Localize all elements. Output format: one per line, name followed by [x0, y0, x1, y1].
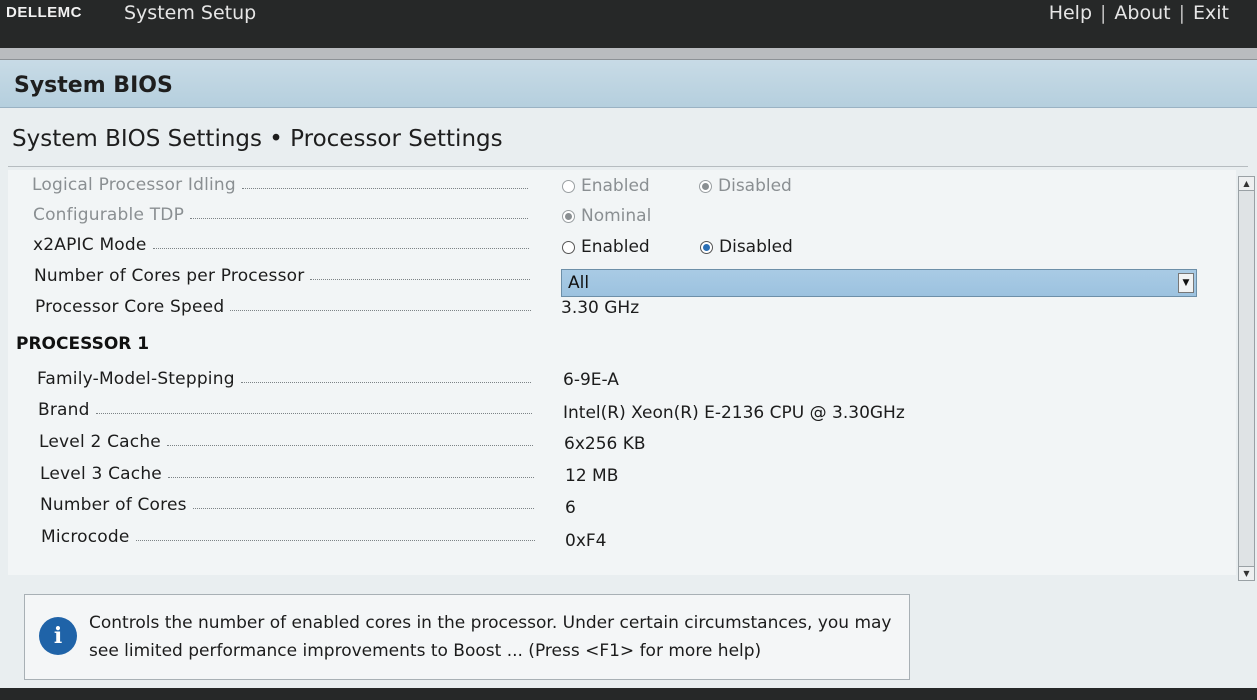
help-text: Controls the number of enabled cores in … [89, 613, 892, 661]
info-row: Level 3 Cache [40, 461, 540, 487]
radio-circle-selected [700, 240, 713, 254]
processor-core-speed-value: 3.30 GHz [561, 298, 640, 318]
radio-label: Enabled [581, 176, 650, 196]
setting-cores-per-processor: Number of Cores per Processor [34, 263, 536, 289]
select-value: All [568, 273, 590, 293]
chevron-down-icon[interactable]: ▼ [1178, 273, 1194, 293]
setting-label: Logical Processor Idling [32, 175, 236, 195]
info-value: 6 [565, 498, 576, 518]
dotted-leader [241, 187, 528, 189]
radio-circle [562, 240, 575, 254]
setting-processor-core-speed: Processor Core Speed [35, 294, 537, 320]
about-link[interactable]: About [1114, 2, 1170, 24]
radio-label: Disabled [718, 176, 792, 196]
radio-x2apic-enabled[interactable]: Enabled [562, 237, 650, 257]
help-box: i Controls the number of enabled cores i… [24, 594, 910, 680]
info-value: 0xF4 [565, 531, 607, 551]
setting-x2apic-mode: x2APIC Mode [33, 232, 535, 258]
link-separator: | [1100, 2, 1107, 24]
radio-circle [562, 179, 575, 193]
dotted-leader [310, 278, 530, 280]
info-label: Microcode [41, 527, 130, 547]
setting-configurable-tdp: Configurable TDP [33, 202, 534, 228]
dotted-leader [190, 217, 528, 219]
dotted-leader [135, 539, 535, 541]
radio-circle-selected [699, 179, 712, 193]
radio-label: Enabled [581, 237, 650, 257]
info-row: Family-Model-Stepping [37, 366, 537, 392]
info-label: Family-Model-Stepping [37, 369, 235, 389]
dotted-leader [152, 247, 529, 249]
info-icon: i [39, 617, 77, 655]
radio-logical-idling-disabled[interactable]: Disabled [699, 176, 792, 196]
page-title: System BIOS Settings • Processor Setting… [12, 126, 503, 152]
scroll-up-icon[interactable]: ▲ [1239, 177, 1254, 191]
cores-per-processor-select[interactable]: All ▼ [561, 269, 1197, 297]
radio-logical-idling-enabled[interactable]: Enabled [562, 176, 650, 196]
info-label: Brand [38, 400, 90, 420]
info-label: Level 2 Cache [39, 432, 161, 452]
banner-title: System BIOS [14, 73, 173, 98]
exit-link[interactable]: Exit [1193, 2, 1229, 24]
dotted-leader [166, 444, 533, 446]
processor-section-heading: PROCESSOR 1 [16, 334, 150, 354]
radio-x2apic-disabled[interactable]: Disabled [700, 237, 793, 257]
top-header: DELLEMC System Setup Help | About | Exit [0, 0, 1257, 48]
setting-label: Number of Cores per Processor [34, 266, 305, 286]
radio-circle-selected [562, 209, 575, 223]
info-value: Intel(R) Xeon(R) E-2136 CPU @ 3.30GHz [563, 403, 905, 423]
heading-divider [8, 166, 1248, 167]
help-link[interactable]: Help [1049, 2, 1092, 24]
footer-bar [0, 688, 1257, 700]
section-banner: System BIOS [0, 60, 1257, 108]
dotted-leader [167, 476, 534, 478]
info-value: 6x256 KB [564, 434, 646, 454]
info-value: 12 MB [565, 466, 619, 486]
setting-label: Processor Core Speed [35, 297, 225, 317]
header-links: Help | About | Exit [1049, 2, 1229, 24]
setting-logical-processor-idling: Logical Processor Idling [32, 172, 534, 198]
dotted-leader [240, 381, 531, 383]
info-value: 6-9E-A [563, 370, 619, 390]
info-row: Level 2 Cache [39, 429, 539, 455]
info-row: Number of Cores [40, 492, 540, 518]
dell-emc-logo: DELLEMC [6, 4, 82, 21]
radio-label: Nominal [581, 206, 652, 226]
radio-tdp-nominal[interactable]: Nominal [562, 206, 651, 226]
info-label: Level 3 Cache [40, 464, 162, 484]
dotted-leader [230, 309, 531, 311]
link-separator: | [1178, 2, 1186, 24]
dotted-leader [192, 507, 534, 509]
radio-label: Disabled [719, 237, 793, 257]
scroll-down-icon[interactable]: ▼ [1239, 566, 1254, 580]
setting-label: Configurable TDP [33, 205, 185, 225]
info-label: Number of Cores [40, 495, 187, 515]
header-strip [0, 48, 1257, 60]
app-title: System Setup [124, 2, 257, 24]
setting-label: x2APIC Mode [33, 235, 147, 255]
vertical-scrollbar[interactable]: ▲ ▼ [1238, 176, 1255, 581]
info-row: Brand [38, 397, 538, 423]
info-row: Microcode [41, 524, 541, 550]
dotted-leader [95, 412, 532, 414]
